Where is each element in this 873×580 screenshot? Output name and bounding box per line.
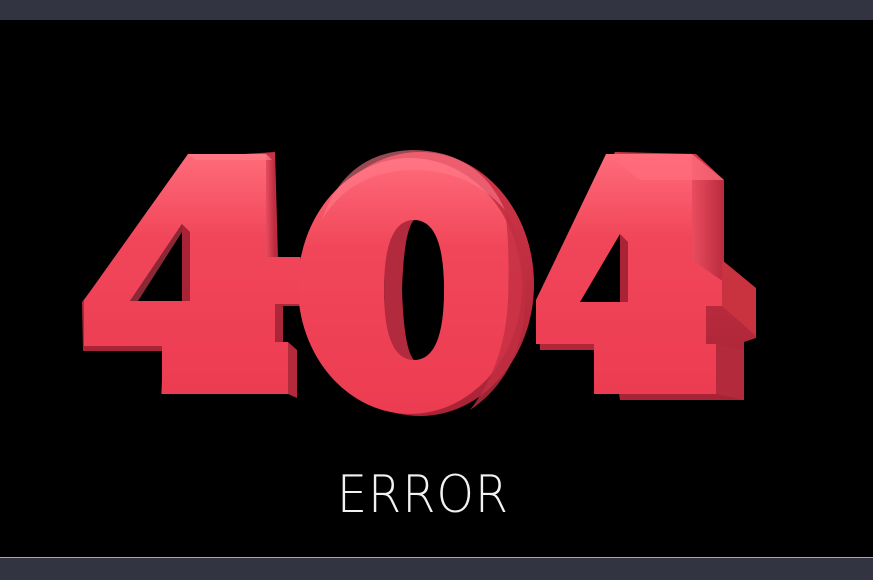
error-stage: ERROR bbox=[0, 20, 873, 557]
page-frame: ERROR bbox=[0, 0, 873, 580]
digit-4-right bbox=[536, 152, 756, 400]
digit-0-middle bbox=[298, 150, 534, 416]
top-browser-chrome bbox=[0, 0, 873, 20]
bottom-browser-chrome bbox=[0, 557, 873, 580]
error-label: ERROR bbox=[336, 465, 510, 525]
digit-4-left bbox=[82, 152, 310, 398]
